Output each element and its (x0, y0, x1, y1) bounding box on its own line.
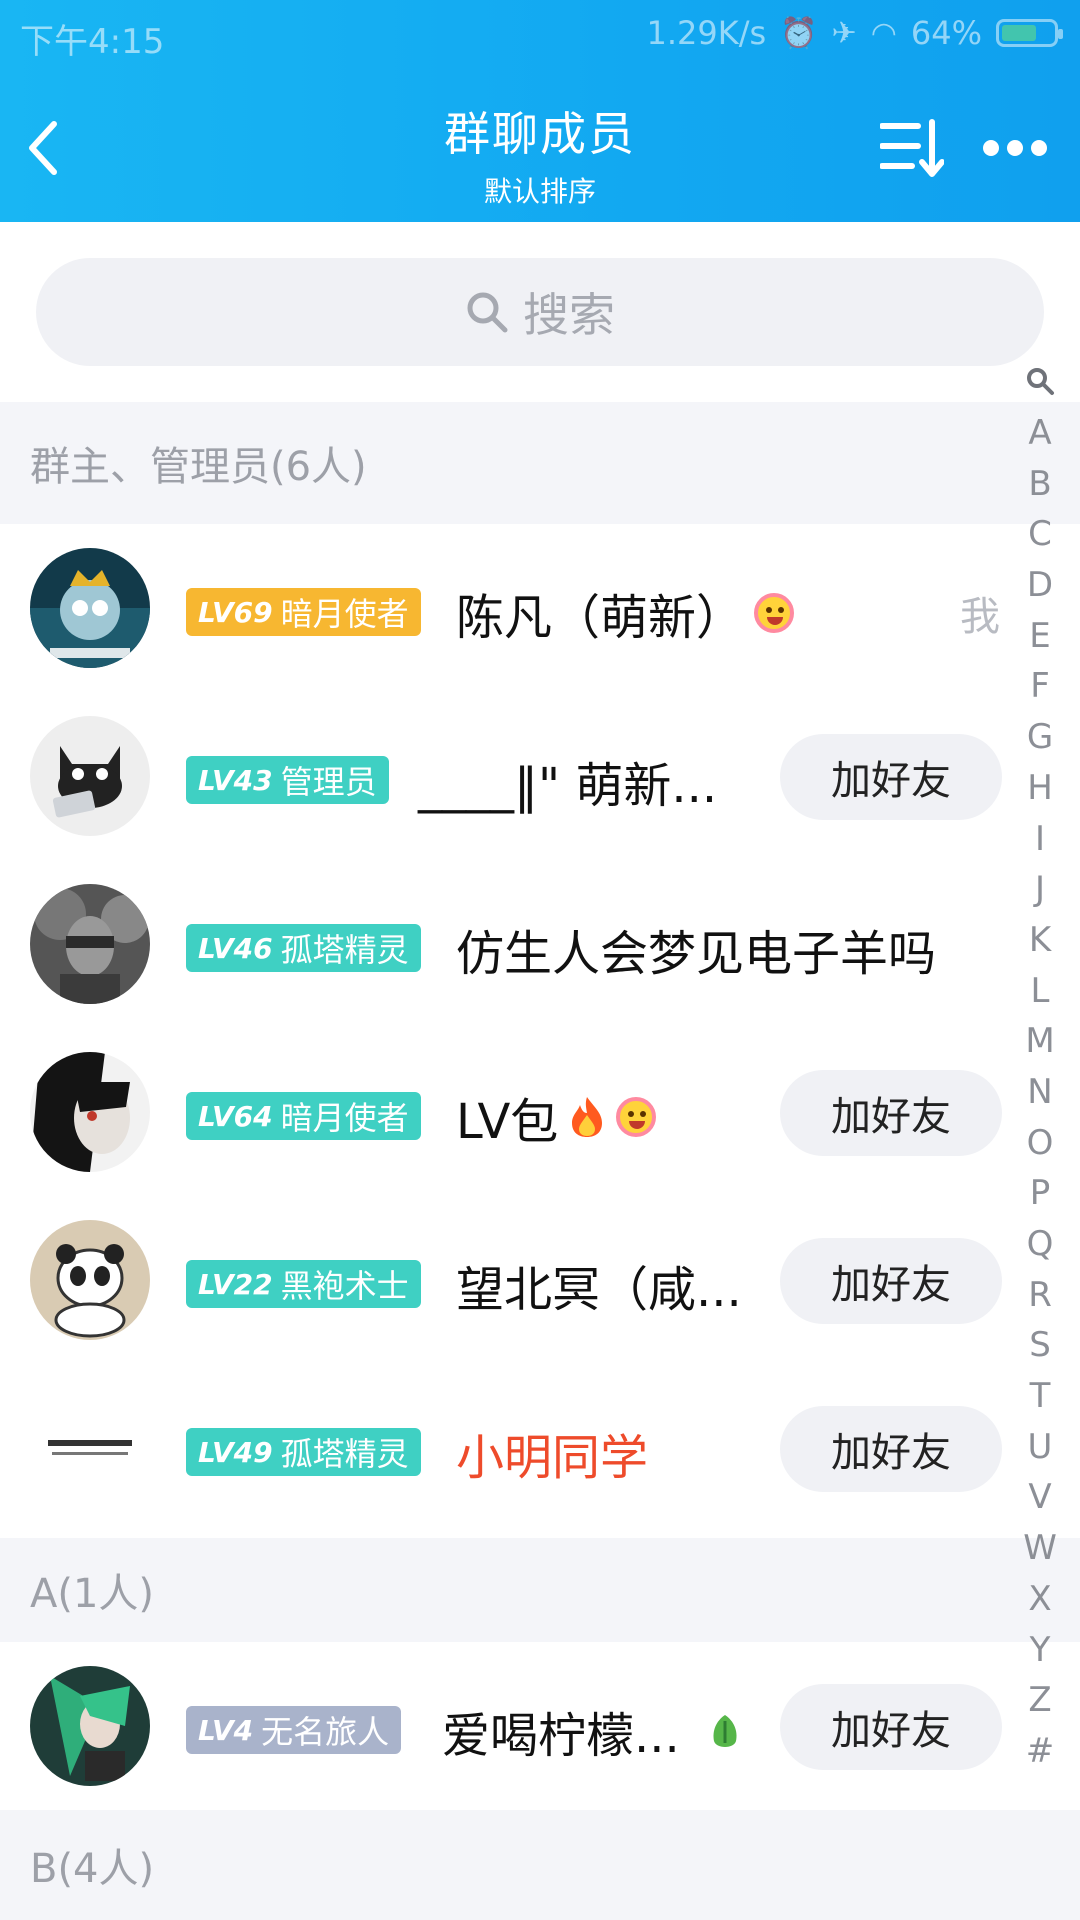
more-button[interactable] (982, 118, 1048, 178)
index-letter[interactable]: C (1014, 509, 1066, 560)
level-badge: LV22 黑袍术士 (186, 1260, 421, 1308)
add-friend-button[interactable]: 加好友 (780, 734, 1002, 820)
level-badge: LV64 暗月使者 (186, 1092, 421, 1140)
index-letter[interactable]: R (1014, 1270, 1066, 1321)
index-letters: A B C D E F G H I J K L M N O P Q R S T U V W X Y Z # (1014, 408, 1066, 1777)
battery-percent: 64% (910, 14, 982, 52)
index-letter[interactable]: B (1014, 459, 1066, 510)
index-letter[interactable]: Z (1014, 1675, 1066, 1726)
airplane-icon: ✈ (831, 15, 857, 51)
section-title: 群主、管理员(6人) (30, 444, 367, 490)
add-friend-button[interactable]: 加好友 (780, 1238, 1002, 1324)
level-badge: LV49 孤塔精灵 (186, 1428, 421, 1476)
section-header-a: A(1人) (0, 1538, 1080, 1642)
level-badge: LV43 管理员 (186, 756, 389, 804)
search-icon (467, 292, 508, 333)
section-header-admins: 群主、管理员(6人) (0, 402, 1080, 524)
index-letter[interactable]: # (1014, 1726, 1066, 1777)
member-row[interactable]: LV69 暗月使者 陈凡（萌新） 我 (0, 524, 1010, 692)
avatar[interactable] (30, 1220, 150, 1340)
level-badge: LV46 孤塔精灵 (186, 924, 421, 972)
member-row[interactable]: LV4 无名旅人 爱喝柠檬... 加好友 (0, 1642, 1010, 1810)
member-name: 望北冥（咸... (456, 1262, 742, 1318)
section-header-b: B(4人) (0, 1810, 1080, 1920)
network-speed: 1.29K/s (646, 14, 767, 52)
member-row[interactable]: LV49 孤塔精灵 小明同学 加好友 (0, 1364, 1010, 1532)
add-friend-button[interactable]: 加好友 (780, 1406, 1002, 1492)
member-row[interactable]: LV46 孤塔精灵 仿生人会梦见电子羊吗 (0, 860, 1010, 1028)
alphabet-index-bar[interactable]: A B C D E F G H I J K L M N O P Q R S T U V W X Y Z # (1014, 362, 1066, 1777)
search-input[interactable]: 搜索 (36, 258, 1044, 366)
section-title: B(4人) (30, 1846, 155, 1892)
sort-button[interactable] (879, 118, 945, 178)
status-time: 下午4:15 (20, 22, 165, 62)
level-badge: LV69 暗月使者 (186, 588, 421, 636)
avatar[interactable] (30, 1052, 150, 1172)
smile-flower-icon (754, 593, 795, 633)
avatar[interactable] (30, 716, 150, 836)
status-indicators: 1.29K/s ⏰ ✈ ◠ 64% (646, 14, 1063, 52)
level-badge: LV4 无名旅人 (186, 1706, 402, 1754)
sprout-icon (713, 1715, 737, 1747)
index-letter[interactable]: Q (1014, 1219, 1066, 1270)
index-letter[interactable]: W (1014, 1523, 1066, 1574)
index-letter[interactable]: T (1014, 1371, 1066, 1422)
add-friend-button[interactable]: 加好友 (780, 1684, 1002, 1770)
index-letter[interactable]: X (1014, 1574, 1066, 1625)
member-name: LV包 (456, 1082, 657, 1152)
member-row[interactable]: LV64 暗月使者 LV包 加好友 (0, 1028, 1010, 1196)
index-letter[interactable]: V (1014, 1472, 1066, 1523)
avatar[interactable] (30, 548, 150, 668)
more-dots-icon (983, 140, 1047, 156)
index-letter[interactable]: O (1014, 1118, 1066, 1169)
index-letter[interactable]: U (1014, 1422, 1066, 1473)
me-label: 我 (960, 594, 1000, 640)
avatar[interactable] (30, 1388, 150, 1508)
member-row[interactable]: LV22 黑袍术士 望北冥（咸... 加好友 (0, 1196, 1010, 1364)
add-friend-button[interactable]: 加好友 (780, 1070, 1002, 1156)
search-area: 搜索 (0, 222, 1080, 402)
section-title: A(1人) (30, 1571, 155, 1617)
index-letter[interactable]: G (1014, 712, 1066, 763)
member-name: 仿生人会梦见电子羊吗 (456, 926, 937, 982)
index-letter[interactable]: K (1014, 915, 1066, 966)
index-letter[interactable]: I (1014, 814, 1066, 865)
alarm-icon: ⏰ (780, 15, 818, 51)
index-letter[interactable]: H (1014, 763, 1066, 814)
index-letter[interactable]: A (1014, 408, 1066, 459)
avatar[interactable] (30, 884, 150, 1004)
sort-icon (879, 119, 945, 177)
index-letter[interactable]: J (1014, 864, 1066, 915)
index-letter[interactable]: D (1014, 560, 1066, 611)
wifi-icon: ◠ (870, 15, 897, 51)
battery-icon (996, 19, 1063, 47)
fire-icon (572, 1097, 603, 1137)
index-letter[interactable]: N (1014, 1067, 1066, 1118)
search-placeholder: 搜索 (523, 288, 615, 342)
index-letter[interactable]: E (1014, 611, 1066, 662)
index-letter[interactable]: M (1014, 1016, 1066, 1067)
avatar[interactable] (30, 1666, 150, 1786)
index-letter[interactable]: S (1014, 1320, 1066, 1371)
smile-flower-icon (616, 1097, 657, 1137)
index-search-icon[interactable] (1014, 362, 1066, 408)
member-name: 小明同学 (456, 1430, 649, 1486)
member-name: ____‖" 萌新... (418, 758, 718, 814)
member-name: 爱喝柠檬... (442, 1696, 742, 1766)
status-bar: 下午4:15 1.29K/s ⏰ ✈ ◠ 64% (0, 0, 1080, 74)
member-row[interactable]: LV43 管理员 ____‖" 萌新... 加好友 (0, 692, 1010, 860)
index-letter[interactable]: F (1014, 661, 1066, 712)
header-bar: 下午4:15 1.29K/s ⏰ ✈ ◠ 64% 群聊成员 默认排序 (0, 0, 1080, 222)
index-letter[interactable]: L (1014, 966, 1066, 1017)
member-name: 陈凡（萌新） (456, 578, 795, 648)
index-letter[interactable]: P (1014, 1168, 1066, 1219)
index-letter[interactable]: Y (1014, 1625, 1066, 1676)
